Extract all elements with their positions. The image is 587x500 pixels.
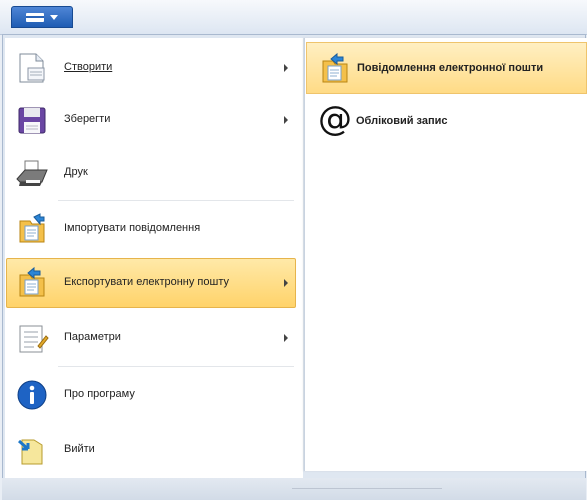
menu-item-create[interactable]: Створити [6, 43, 296, 93]
menu-icon [26, 13, 44, 22]
new-document-icon [14, 50, 50, 86]
at-sign-icon: @ [318, 99, 352, 139]
menu-item-label: Параметри [64, 331, 121, 343]
menu-item-label: Зберегти [64, 113, 111, 125]
menu-item-export[interactable]: Експортувати електронну пошту [6, 258, 296, 308]
menu-item-label: Імпортувати повідомлення [64, 222, 201, 234]
export-messages-icon [317, 51, 353, 87]
menu-item-label: Про програму [64, 388, 135, 400]
menu-footer [2, 478, 586, 500]
application-menu-button[interactable] [11, 6, 73, 28]
menu-item-exit[interactable]: Вийти [6, 425, 296, 475]
submenu-arrow-icon [284, 64, 288, 72]
submenu-item-email-messages[interactable]: Повідомлення електронної пошти [306, 42, 587, 94]
export-folder-icon [14, 265, 50, 301]
exit-icon [14, 432, 50, 468]
menu-item-save[interactable]: Зберегти [6, 95, 296, 145]
submenu-item-label: Повідомлення електронної пошти [357, 62, 544, 74]
submenu-item-account[interactable]: @ Обліковий запис [306, 96, 587, 148]
ribbon-bar [0, 0, 587, 35]
floppy-disk-icon [14, 102, 50, 138]
submenu-item-label: Обліковий запис [356, 115, 448, 127]
info-icon [14, 377, 50, 413]
submenu-arrow-icon [284, 334, 288, 342]
menu-item-options[interactable]: Параметри [6, 313, 296, 363]
chevron-down-icon [50, 15, 58, 20]
import-folder-icon [14, 211, 50, 247]
menu-item-import[interactable]: Імпортувати повідомлення [6, 204, 296, 254]
submenu-arrow-icon [284, 279, 288, 287]
printer-icon [14, 155, 50, 191]
menu-item-print[interactable]: Друк [6, 148, 296, 198]
menu-item-about[interactable]: Про програму [6, 370, 296, 420]
menu-item-label: Створити [64, 61, 113, 73]
submenu-arrow-icon [284, 116, 288, 124]
menu-item-label: Вийти [64, 443, 95, 455]
menu-item-label: Експортувати електронну пошту [64, 276, 229, 288]
options-checklist-icon [14, 320, 50, 356]
menu-item-label: Друк [64, 166, 88, 178]
